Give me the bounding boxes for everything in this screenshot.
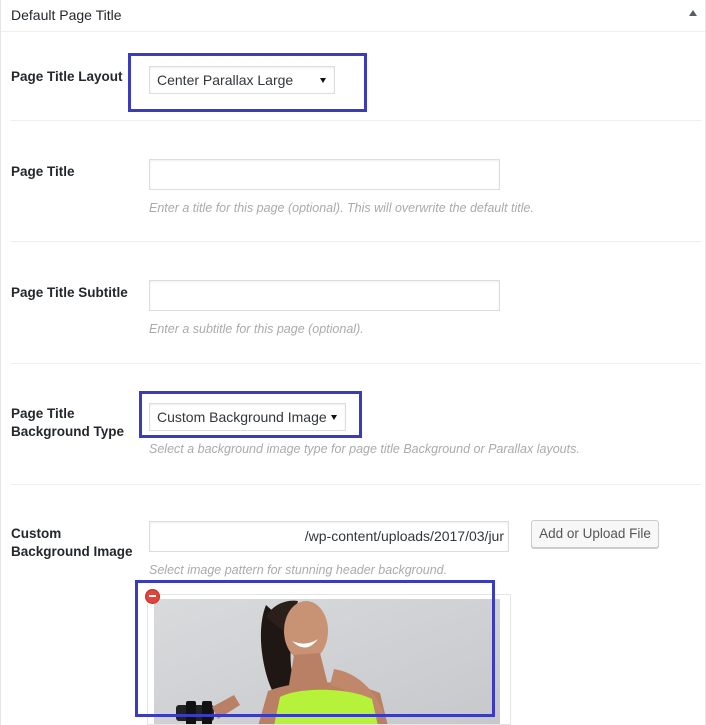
highlight-box-layout <box>128 53 367 112</box>
background-type-label-line2: Background Type <box>11 424 125 439</box>
layout-label: Page Title Layout <box>11 69 123 84</box>
background-image-url-input[interactable]: /wp-content/uploads/2017/03/jur <box>149 521 509 552</box>
panel-header[interactable]: Default Page Title <box>1 0 705 32</box>
background-type-label-line1: Page Title <box>11 406 75 421</box>
collapse-triangle-icon[interactable] <box>689 10 697 16</box>
subtitle-description: Enter a subtitle for this page (optional… <box>149 322 364 336</box>
page-title-panel: Default Page Title Page Title Layout Cen… <box>0 0 706 725</box>
page-subtitle-input[interactable] <box>149 280 500 311</box>
highlight-box-image <box>135 580 495 717</box>
background-image-label-line2: Background Image <box>11 544 133 559</box>
background-image-label-line1: Custom <box>11 526 62 541</box>
background-image-label: Custom Background Image <box>11 525 136 561</box>
background-image-description: Select image pattern for stunning header… <box>149 563 448 577</box>
divider <box>11 120 701 121</box>
divider <box>11 484 701 485</box>
highlight-box-background-type <box>139 391 362 438</box>
panel-title: Default Page Title <box>11 7 122 23</box>
background-type-label: Page Title Background Type <box>11 405 136 441</box>
page-title-input[interactable] <box>149 159 500 190</box>
subtitle-label: Page Title Subtitle <box>11 285 128 300</box>
divider <box>11 363 701 364</box>
background-type-description: Select a background image type for page … <box>149 442 580 456</box>
title-description: Enter a title for this page (optional). … <box>149 201 534 215</box>
divider <box>11 241 701 242</box>
add-upload-file-button[interactable]: Add or Upload File <box>531 520 659 548</box>
background-image-url-value: /wp-content/uploads/2017/03/jur <box>304 528 504 544</box>
title-label: Page Title <box>11 164 75 179</box>
